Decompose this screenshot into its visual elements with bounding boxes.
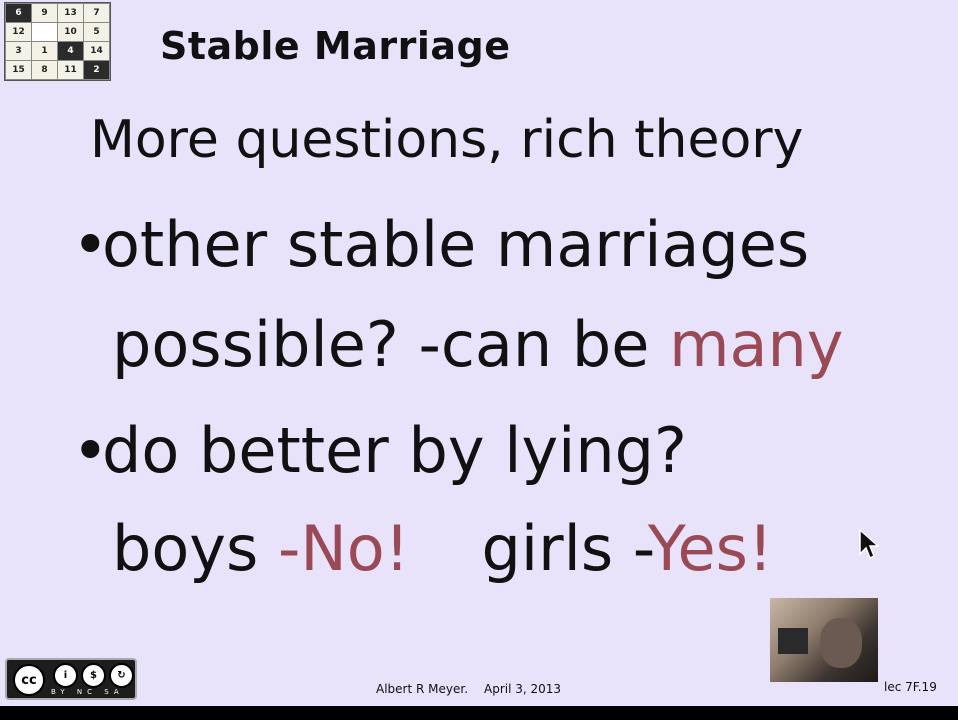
bullet-line-2-answers: boys -No! girls -Yes!: [112, 512, 773, 585]
puzzle-tile: 9: [32, 4, 57, 22]
bullet-2-text: do better by lying?: [102, 414, 687, 487]
girls-label: girls -: [481, 512, 648, 585]
puzzle-tile: 14: [84, 42, 109, 60]
bullet-1-accent: many: [669, 308, 844, 381]
puzzle-tile: 8: [32, 61, 57, 79]
puzzle-tile: 6: [6, 4, 31, 22]
fifteen-puzzle-logo: 6 9 13 7 12 10 5 3 1 4 14 15 8 11 2: [4, 2, 111, 81]
mouse-pointer-icon: [859, 528, 880, 560]
bullet-marker: •: [72, 208, 109, 281]
bullet-line-1: •other stable marriages: [72, 208, 809, 281]
bullet-marker: •: [72, 414, 109, 487]
bottom-bar: [0, 706, 958, 720]
attribution-icon: i: [53, 663, 78, 688]
noncommercial-icon: $: [81, 663, 106, 688]
puzzle-tile: 5: [84, 23, 109, 41]
lecture-number: lec 7F.19: [884, 680, 937, 694]
footer-date: April 3, 2013: [484, 682, 562, 696]
puzzle-tile: 7: [84, 4, 109, 22]
puzzle-tile: 11: [58, 61, 83, 79]
puzzle-tile: 10: [58, 23, 83, 41]
puzzle-tile: 15: [6, 61, 31, 79]
footer-author: Albert R Meyer.: [376, 682, 469, 696]
license-labels: BY NC SA: [51, 688, 124, 696]
puzzle-tile: 13: [58, 4, 83, 22]
sharealike-icon: ↻: [109, 663, 134, 688]
bullet-line-1-continued: possible? -can be many: [112, 308, 844, 381]
puzzle-tile: 4: [58, 42, 83, 60]
bullet-1-text: other stable marriages: [102, 208, 810, 281]
boys-answer: -No!: [278, 512, 410, 585]
girls-answer: Yes!: [647, 512, 773, 585]
webcam-thumbnail: [770, 598, 878, 682]
puzzle-tile: [32, 23, 57, 41]
slide-title: Stable Marriage: [160, 24, 511, 68]
slide-subtitle: More questions, rich theory: [90, 110, 804, 170]
cc-icon: cc: [13, 664, 45, 696]
puzzle-tile: 3: [6, 42, 31, 60]
puzzle-tile: 1: [32, 42, 57, 60]
boys-label: boys: [112, 512, 278, 585]
bullet-line-2: •do better by lying?: [72, 414, 687, 487]
puzzle-tile: 12: [6, 23, 31, 41]
slide: 6 9 13 7 12 10 5 3 1 4 14 15 8 11 2 Stable Marriage Mo…: [0, 0, 958, 720]
creative-commons-license-badge: cc i $ ↻ BY NC SA: [5, 658, 137, 700]
bullet-1-continued-text: possible? -can be: [112, 308, 670, 381]
puzzle-tile: 2: [84, 61, 109, 79]
